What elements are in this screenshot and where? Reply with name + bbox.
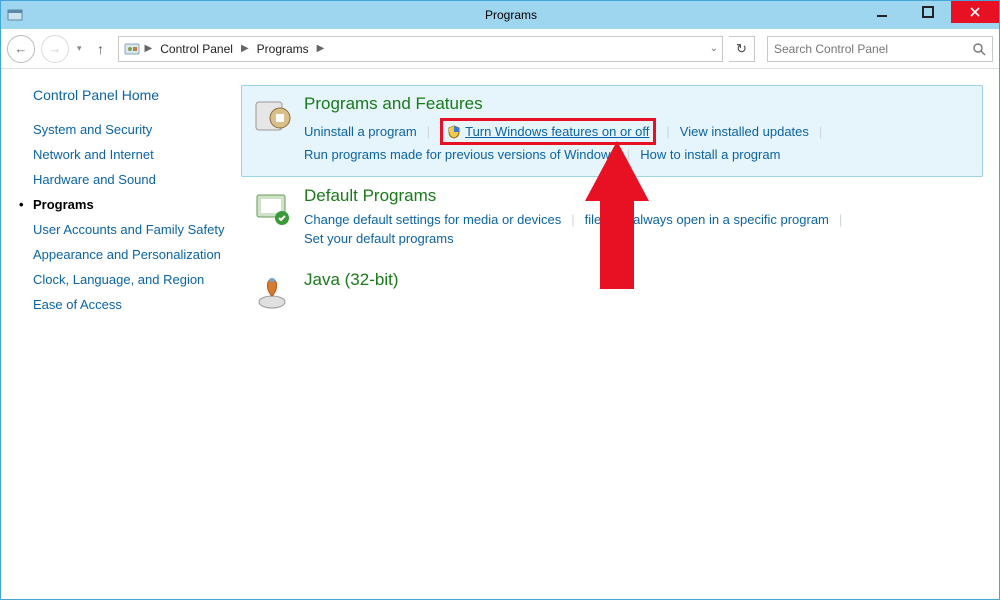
- link-divider: |: [427, 124, 430, 139]
- section-default-programs: Default Programs Change default settings …: [241, 177, 983, 261]
- forward-button[interactable]: →: [41, 35, 69, 63]
- task-link[interactable]: file type always open in a specific prog…: [585, 210, 829, 229]
- chevron-right-icon[interactable]: ▶: [241, 43, 249, 54]
- section-icon[interactable]: [250, 270, 294, 314]
- section-heading[interactable]: Java (32-bit): [304, 270, 974, 290]
- link-divider: |: [839, 212, 842, 227]
- task-link[interactable]: Set your default programs: [304, 229, 454, 248]
- task-link[interactable]: Uninstall a program: [304, 122, 417, 141]
- control-panel-home-link[interactable]: Control Panel Home: [33, 87, 229, 103]
- chevron-right-icon[interactable]: ▶: [145, 43, 153, 54]
- section-heading[interactable]: Programs and Features: [304, 94, 974, 114]
- task-link[interactable]: Turn Windows features on or off: [465, 122, 649, 141]
- search-icon: [972, 42, 986, 56]
- sidebar-item-clock-language-and-region[interactable]: Clock, Language, and Region: [33, 267, 229, 292]
- task-link[interactable]: Run programs made for previous versions …: [304, 145, 617, 164]
- sidebar-item-appearance-and-personalization[interactable]: Appearance and Personalization: [33, 242, 229, 267]
- link-divider: |: [666, 124, 669, 139]
- sidebar-item-ease-of-access[interactable]: Ease of Access: [33, 292, 229, 317]
- refresh-button[interactable]: ↻: [729, 36, 755, 62]
- section-programs-and-features: Programs and Features Uninstall a program…: [241, 85, 983, 177]
- maximize-button[interactable]: [905, 1, 951, 23]
- sidebar-item-system-and-security[interactable]: System and Security: [33, 117, 229, 142]
- address-bar[interactable]: ▶ Control Panel ▶ Programs ▶ ⌄: [118, 36, 723, 62]
- back-button[interactable]: ←: [7, 35, 35, 63]
- window-controls: [859, 1, 999, 23]
- link-divider: |: [571, 212, 574, 227]
- content-pane: Programs and Features Uninstall a program…: [239, 69, 999, 599]
- link-divider: |: [819, 124, 822, 139]
- window-frame: Programs ← → ▾ ↑ ▶ Control Panel ▶ Progr…: [0, 0, 1000, 600]
- breadcrumb-programs[interactable]: Programs: [253, 42, 313, 56]
- up-button[interactable]: ↑: [90, 41, 112, 57]
- sidebar: Control Panel Home System and SecurityNe…: [1, 69, 239, 599]
- window-icon: [7, 7, 23, 23]
- sidebar-item-hardware-and-sound[interactable]: Hardware and Sound: [33, 167, 229, 192]
- close-button[interactable]: [951, 1, 999, 23]
- task-link[interactable]: View installed updates: [680, 122, 809, 141]
- control-panel-icon: [123, 40, 141, 58]
- task-link[interactable]: How to install a program: [640, 145, 780, 164]
- window-title: Programs: [23, 8, 999, 22]
- sidebar-item-network-and-internet[interactable]: Network and Internet: [33, 142, 229, 167]
- link-divider: |: [627, 147, 630, 162]
- section-icon[interactable]: [250, 94, 294, 138]
- navigation-toolbar: ← → ▾ ↑ ▶ Control Panel ▶ Programs ▶ ⌄ ↻…: [1, 29, 999, 69]
- body: Control Panel Home System and SecurityNe…: [1, 69, 999, 599]
- breadcrumb-control-panel[interactable]: Control Panel: [156, 42, 237, 56]
- highlight-box: Turn Windows features on or off: [440, 118, 656, 145]
- section-icon[interactable]: [250, 186, 294, 230]
- task-link[interactable]: Change default settings for media or dev…: [304, 210, 561, 229]
- minimize-button[interactable]: [859, 1, 905, 23]
- search-input[interactable]: Search Control Panel: [767, 36, 993, 62]
- sidebar-item-user-accounts-and-family-safety[interactable]: User Accounts and Family Safety: [33, 217, 229, 242]
- chevron-right-icon[interactable]: ▶: [317, 43, 325, 54]
- uac-shield-icon: [447, 125, 461, 139]
- sidebar-item-programs[interactable]: Programs: [33, 192, 229, 217]
- search-placeholder: Search Control Panel: [774, 42, 888, 56]
- title-bar[interactable]: Programs: [1, 1, 999, 29]
- recent-locations-button[interactable]: ▾: [75, 43, 84, 54]
- address-dropdown-icon[interactable]: ⌄: [710, 43, 718, 54]
- section-java-bit-: Java (32-bit): [241, 261, 983, 327]
- section-heading[interactable]: Default Programs: [304, 186, 974, 206]
